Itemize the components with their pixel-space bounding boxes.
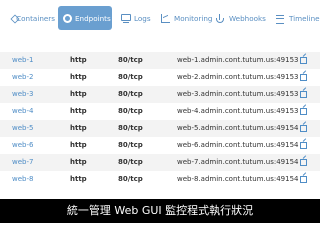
endpoint-port: 80/tcp <box>118 175 143 183</box>
list-icon <box>276 14 286 24</box>
tab-endpoints[interactable]: Endpoints <box>58 6 112 30</box>
endpoint-url-text: web-5.admin.cont.tutum.us:49154 <box>177 124 299 132</box>
tab-logs[interactable]: Logs <box>121 6 159 30</box>
tab-label: Webhooks <box>229 13 266 23</box>
external-link-icon[interactable] <box>299 175 307 183</box>
endpoint-url: web-5.admin.cont.tutum.us:49154 <box>177 120 307 137</box>
cube-icon <box>10 14 13 23</box>
table-row: web-2 http 80/tcp web-2.admin.cont.tutum… <box>0 69 320 86</box>
caption-banner: 統一管理 Web GUI 監控程式執行狀況 <box>0 199 320 223</box>
tab-label: Logs <box>134 13 151 23</box>
external-link-icon[interactable] <box>299 158 307 166</box>
endpoint-protocol: http <box>70 107 87 115</box>
table-row: web-4 http 80/tcp web-4.admin.cont.tutum… <box>0 103 320 120</box>
endpoint-name-link[interactable]: web-7 <box>12 154 33 171</box>
tab-monitoring[interactable]: Monitoring <box>161 6 213 30</box>
endpoint-port: 80/tcp <box>118 158 143 166</box>
endpoint-url: web-1.admin.cont.tutum.us:49153 <box>177 52 307 69</box>
endpoint-name-link[interactable]: web-8 <box>12 171 33 188</box>
endpoint-protocol: http <box>70 175 87 183</box>
endpoint-url: web-7.admin.cont.tutum.us:49154 <box>177 154 307 171</box>
tab-label: Containers <box>16 13 55 23</box>
monitor-icon <box>121 13 131 23</box>
endpoint-port: 80/tcp <box>118 56 143 64</box>
endpoint-protocol: http <box>70 124 87 132</box>
table-row: web-6 http 80/tcp web-6.admin.cont.tutum… <box>0 137 320 154</box>
table-row: web-7 http 80/tcp web-7.admin.cont.tutum… <box>0 154 320 171</box>
endpoint-name-link[interactable]: web-6 <box>12 137 33 154</box>
endpoint-url-text: web-1.admin.cont.tutum.us:49153 <box>177 56 299 64</box>
endpoint-name-link[interactable]: web-1 <box>12 52 33 69</box>
tab-label: Timeline <box>289 13 320 23</box>
page: Containers Endpoints Logs Monitoring Web… <box>0 0 320 240</box>
tab-label: Monitoring <box>174 13 213 23</box>
endpoint-url: web-2.admin.cont.tutum.us:49153 <box>177 69 307 86</box>
tab-bar: Containers Endpoints Logs Monitoring Web… <box>0 6 320 30</box>
endpoint-url: web-4.admin.cont.tutum.us:49153 <box>177 103 307 120</box>
globe-icon <box>63 13 72 23</box>
endpoint-url-text: web-2.admin.cont.tutum.us:49153 <box>177 73 299 81</box>
endpoint-port: 80/tcp <box>118 141 143 149</box>
table-row: web-3 http 80/tcp web-3.admin.cont.tutum… <box>0 86 320 103</box>
table-row: web-5 http 80/tcp web-5.admin.cont.tutum… <box>0 120 320 137</box>
endpoint-port: 80/tcp <box>118 124 143 132</box>
endpoint-url: web-3.admin.cont.tutum.us:49153 <box>177 86 307 103</box>
endpoint-url: web-8.admin.cont.tutum.us:49154 <box>177 171 307 188</box>
tab-webhooks[interactable]: Webhooks <box>216 6 272 30</box>
endpoint-url-text: web-7.admin.cont.tutum.us:49154 <box>177 158 299 166</box>
tab-containers[interactable]: Containers <box>0 6 55 30</box>
endpoint-port: 80/tcp <box>118 107 143 115</box>
endpoint-protocol: http <box>70 56 87 64</box>
endpoint-url: web-6.admin.cont.tutum.us:49154 <box>177 137 307 154</box>
hook-icon <box>216 13 226 23</box>
endpoints-table: web-1 http 80/tcp web-1.admin.cont.tutum… <box>0 52 320 188</box>
endpoint-protocol: http <box>70 73 87 81</box>
external-link-icon[interactable] <box>299 73 307 81</box>
tab-timeline[interactable]: Timeline <box>276 6 320 30</box>
endpoint-protocol: http <box>70 90 87 98</box>
endpoint-url-text: web-6.admin.cont.tutum.us:49154 <box>177 141 299 149</box>
endpoint-name-link[interactable]: web-5 <box>12 120 33 137</box>
endpoint-protocol: http <box>70 158 87 166</box>
endpoint-url-text: web-8.admin.cont.tutum.us:49154 <box>177 175 299 183</box>
external-link-icon[interactable] <box>299 107 307 115</box>
external-link-icon[interactable] <box>299 90 307 98</box>
endpoint-url-text: web-3.admin.cont.tutum.us:49153 <box>177 90 299 98</box>
endpoint-url-text: web-4.admin.cont.tutum.us:49153 <box>177 107 299 115</box>
table-row: web-1 http 80/tcp web-1.admin.cont.tutum… <box>0 52 320 69</box>
endpoint-name-link[interactable]: web-2 <box>12 69 33 86</box>
table-row: web-8 http 80/tcp web-8.admin.cont.tutum… <box>0 171 320 188</box>
external-link-icon[interactable] <box>299 141 307 149</box>
chart-icon <box>161 13 171 23</box>
external-link-icon[interactable] <box>299 56 307 64</box>
tab-label: Endpoints <box>75 13 111 23</box>
endpoint-port: 80/tcp <box>118 73 143 81</box>
endpoint-name-link[interactable]: web-3 <box>12 86 33 103</box>
endpoint-protocol: http <box>70 141 87 149</box>
endpoint-port: 80/tcp <box>118 90 143 98</box>
external-link-icon[interactable] <box>299 124 307 132</box>
endpoint-name-link[interactable]: web-4 <box>12 103 33 120</box>
